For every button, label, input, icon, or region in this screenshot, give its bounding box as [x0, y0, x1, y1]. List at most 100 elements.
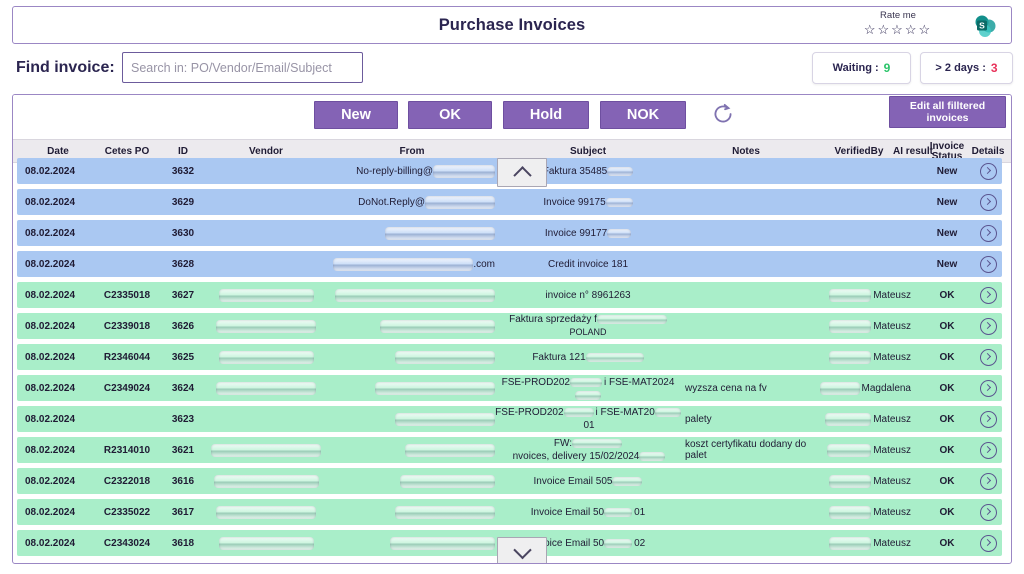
rate-me-widget[interactable]: Rate me ☆☆☆☆☆ — [843, 10, 953, 37]
cell-details[interactable] — [971, 220, 1005, 246]
redacted-text — [825, 412, 872, 426]
table-row[interactable]: 08.02.2024 R2346044 3625 Faktura 121 Mateusz… — [17, 344, 1002, 370]
cell-cetes_po: C2322018 — [103, 475, 151, 487]
nok-button[interactable]: NOK — [600, 101, 686, 129]
cell-from — [329, 220, 495, 246]
details-chevron-right-icon[interactable] — [979, 472, 997, 490]
table-row[interactable]: 08.02.2024 C2349024 3624 FSE-PROD202 i FSE-M… — [17, 375, 1002, 401]
cell-status: New — [936, 227, 958, 239]
table-row[interactable]: 08.02.2024 R2314010 3621 FW: nvoices, delive… — [17, 437, 1002, 463]
table-row[interactable]: 08.02.2024 C2335022 3617 Invoice Email 50 01… — [17, 499, 1002, 525]
cell-notes — [685, 158, 807, 184]
subject-second-line: POLAND — [569, 327, 607, 337]
cell-subject: Invoice Email 505 — [495, 468, 681, 494]
cell-details[interactable] — [971, 189, 1005, 215]
cell-details[interactable] — [971, 251, 1005, 277]
ok-button[interactable]: OK — [408, 101, 492, 129]
redacted-text — [604, 507, 633, 517]
details-chevron-right-icon[interactable] — [979, 410, 997, 428]
refresh-icon[interactable] — [708, 100, 738, 130]
table-row[interactable]: 08.02.2024 C2322018 3616 Invoice Email 505 M… — [17, 468, 1002, 494]
edit-all-filtered-invoices-button[interactable]: Edit all filltered invoices — [889, 96, 1006, 128]
cell-status: OK — [939, 413, 955, 425]
table-row[interactable]: 08.02.2024 3629 DoNot.Reply@ Invoice 99175 N… — [17, 189, 1002, 215]
details-chevron-right-icon[interactable] — [979, 348, 997, 366]
redacted-text — [333, 257, 474, 271]
cell-details[interactable] — [971, 158, 1005, 184]
cell-details[interactable] — [971, 375, 1005, 401]
cell-id: 3616 — [171, 475, 195, 487]
redacted-text — [605, 197, 633, 207]
redacted-text — [572, 439, 623, 448]
redacted-text — [829, 350, 872, 364]
cell-details[interactable] — [971, 437, 1005, 463]
details-chevron-right-icon[interactable] — [979, 317, 997, 335]
details-chevron-right-icon[interactable] — [979, 224, 997, 242]
cell-from — [329, 313, 495, 339]
details-chevron-right-icon[interactable] — [979, 193, 997, 211]
cell-details[interactable] — [971, 468, 1005, 494]
cell-details[interactable] — [971, 499, 1005, 525]
table-row[interactable]: 08.02.2024 3623 FSE-PROD202 i FSE-MAT20 01 pa… — [17, 406, 1002, 432]
redacted-text — [211, 443, 321, 457]
cell-date: 08.02.2024 — [25, 475, 76, 487]
cell-details[interactable] — [971, 406, 1005, 432]
table-row[interactable]: 08.02.2024 C2335018 3627 invoice n° 8961263… — [17, 282, 1002, 308]
scroll-down-button[interactable] — [497, 537, 547, 563]
redacted-text — [405, 443, 495, 457]
chevron-down-icon — [512, 540, 532, 560]
cell-status: OK — [939, 382, 955, 394]
cell-from — [329, 406, 495, 432]
cell-notes — [685, 282, 807, 308]
from-text: No-reply-billing@ — [356, 165, 433, 177]
cell-details[interactable] — [971, 282, 1005, 308]
details-chevron-right-icon[interactable] — [979, 379, 997, 397]
cell-details[interactable] — [971, 344, 1005, 370]
details-chevron-right-icon[interactable] — [979, 162, 997, 180]
search-input[interactable] — [122, 52, 363, 83]
cell-date: 08.02.2024 — [25, 165, 76, 177]
redacted-text — [575, 390, 601, 400]
redacted-text — [639, 452, 666, 461]
rating-stars[interactable]: ☆☆☆☆☆ — [843, 22, 953, 37]
table-row[interactable]: 08.02.2024 3628 .com Credit invoice 181 New — [17, 251, 1002, 277]
cell-vendor — [203, 251, 329, 277]
cell-id: 3630 — [171, 227, 195, 239]
redacted-text — [395, 412, 495, 426]
details-chevron-right-icon[interactable] — [979, 255, 997, 273]
hold-button[interactable]: Hold — [503, 101, 589, 129]
cell-details[interactable] — [971, 313, 1005, 339]
new-button[interactable]: New — [314, 101, 398, 129]
redacted-text — [563, 408, 594, 417]
subject-text: FW: — [553, 438, 573, 449]
action-toolbar: New OK Hold NOK Edit all filltered invoi… — [13, 95, 1011, 139]
cell-vendor — [203, 344, 329, 370]
redacted-text — [218, 288, 314, 302]
details-chevron-right-icon[interactable] — [979, 503, 997, 521]
scroll-up-button[interactable] — [497, 158, 547, 187]
details-chevron-right-icon[interactable] — [979, 441, 997, 459]
cell-vendor — [203, 530, 329, 556]
redacted-text — [395, 350, 495, 364]
subject-mid-text: nvoices, delivery 15/02/2024 — [512, 451, 640, 462]
waiting-counter-value: 9 — [883, 61, 891, 75]
overdue-counter-label: > 2 days : — [935, 62, 986, 74]
cell-cetes_po — [91, 220, 163, 246]
details-chevron-right-icon[interactable] — [979, 286, 997, 304]
cell-vendor — [203, 189, 329, 215]
table-row[interactable]: 08.02.2024 3630 Invoice 99177 New — [17, 220, 1002, 246]
subject-text: FSE-PROD202 — [501, 376, 570, 388]
cell-from: DoNot.Reply@ — [329, 189, 495, 215]
cell-notes — [685, 499, 807, 525]
invoices-panel: New OK Hold NOK Edit all filltered invoi… — [12, 94, 1012, 564]
cell-id: 3632 — [171, 165, 195, 177]
table-row[interactable]: 08.02.2024 C2339018 3626 Faktura sprzedaży … — [17, 313, 1002, 339]
details-chevron-right-icon[interactable] — [979, 534, 997, 552]
subject-mid-text: i FSE-MAT20 — [595, 407, 655, 418]
subject-text: invoice n° 8961263 — [545, 289, 631, 301]
cell-id: 3617 — [171, 506, 195, 518]
redacted-text — [400, 474, 495, 488]
cell-vendor — [203, 437, 329, 463]
cell-details[interactable] — [971, 530, 1005, 556]
cell-date: 08.02.2024 — [25, 382, 76, 394]
